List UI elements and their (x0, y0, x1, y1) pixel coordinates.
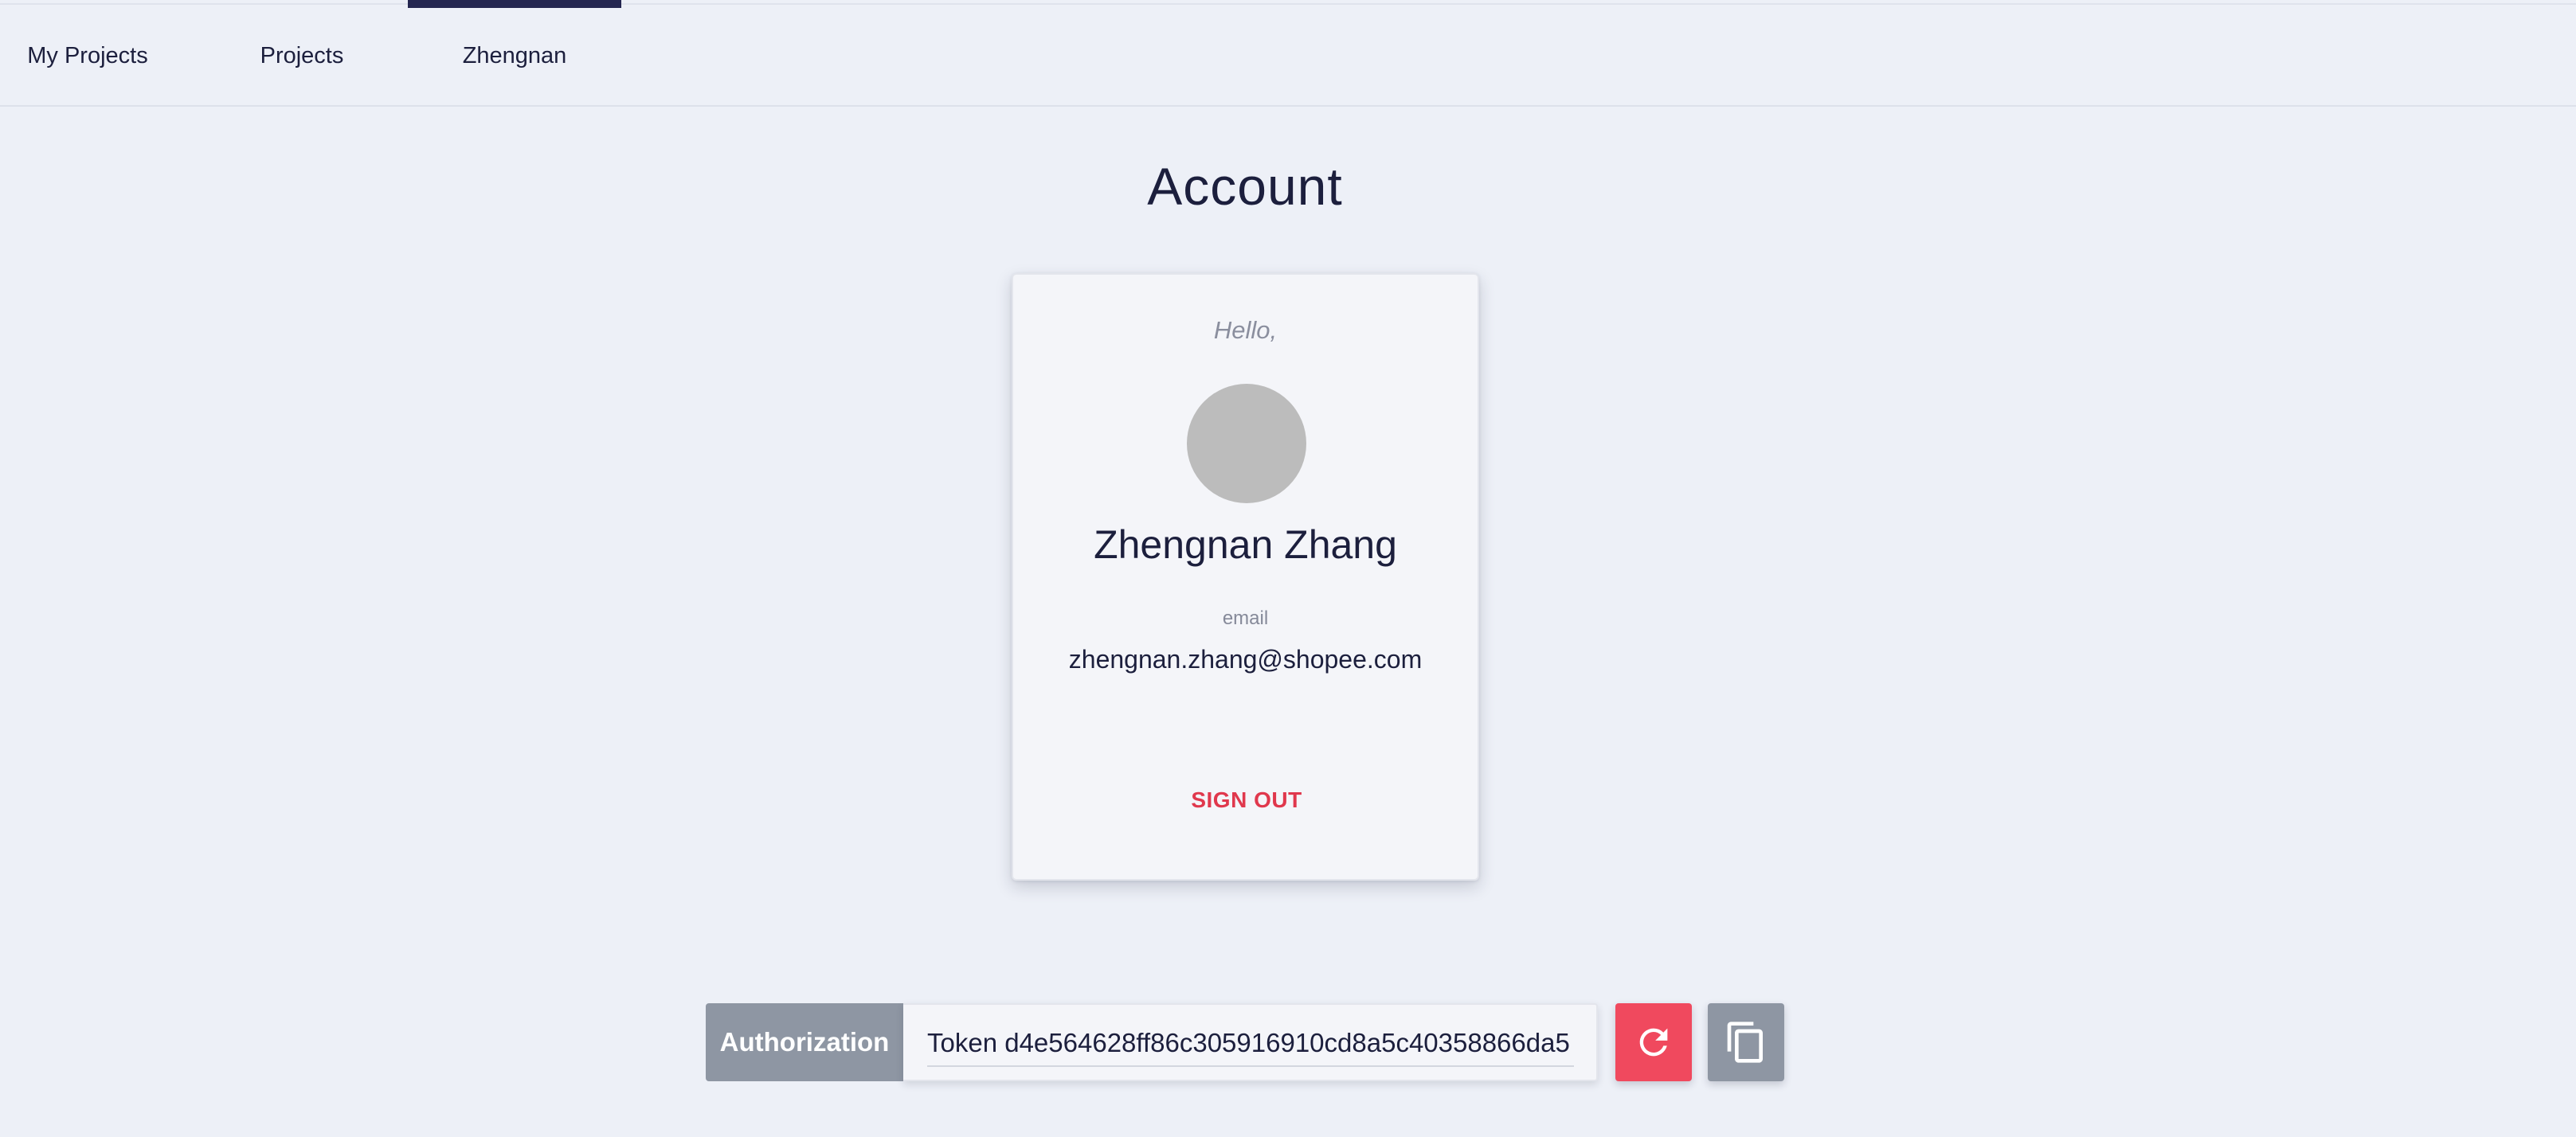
email-value: zhengnan.zhang@shopee.com (1068, 645, 1423, 674)
refresh-token-button[interactable] (1615, 1003, 1692, 1081)
token-input[interactable] (927, 1016, 1574, 1067)
page-title: Account (1147, 157, 1343, 216)
account-page: My Projects Projects Zhengnan Account He… (0, 0, 2576, 1137)
nav-item-user[interactable]: Zhengnan (408, 0, 621, 107)
email-label: email (1222, 608, 1269, 629)
sign-out-button[interactable]: SIGN OUT (1167, 776, 1326, 824)
nav-item-projects[interactable]: Projects (210, 5, 393, 107)
auth-token-bar: Authorization (706, 1003, 1784, 1081)
account-card: Hello, Zhengnan Zhang email zhengnan.zha… (1012, 273, 1479, 881)
greeting-text: Hello, (1213, 316, 1278, 344)
copy-icon (1724, 1020, 1768, 1065)
top-navbar: My Projects Projects Zhengnan (0, 0, 2576, 107)
nav-item-my-projects[interactable]: My Projects (0, 5, 175, 107)
avatar (1187, 384, 1306, 503)
refresh-icon (1633, 1022, 1674, 1063)
authorization-label: Authorization (706, 1003, 903, 1081)
user-name: Zhengnan Zhang (1094, 522, 1397, 567)
copy-token-button[interactable] (1708, 1003, 1784, 1081)
token-field (903, 1003, 1598, 1081)
